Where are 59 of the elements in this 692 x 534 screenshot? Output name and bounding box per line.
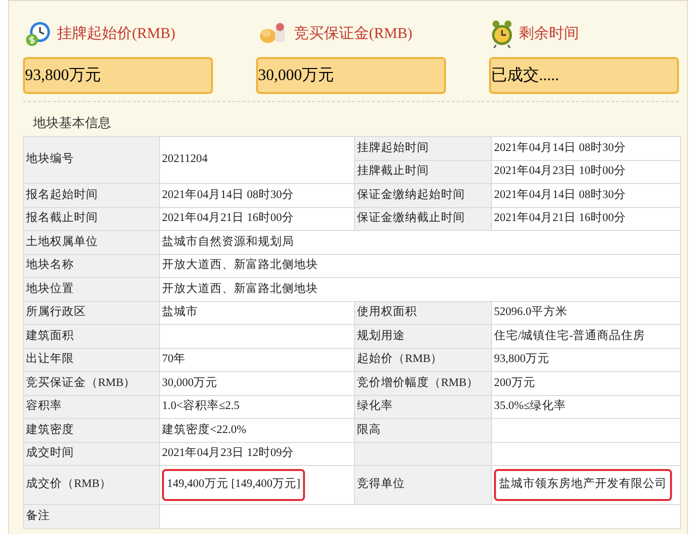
value-text: 住宅/城镇住宅-普通商品住房 bbox=[494, 328, 646, 344]
label-text: 出让年限 bbox=[26, 353, 74, 366]
stat-value-box: 30,000万元 bbox=[256, 57, 446, 94]
value-text: 20211204 bbox=[162, 153, 208, 166]
stat-label: 挂牌起始价(RMB) bbox=[57, 24, 176, 44]
label-text: 成交价（RMB） bbox=[26, 478, 112, 490]
value-text: 开放大道西、新富路北侧地块 bbox=[162, 257, 318, 274]
clock-coin-icon bbox=[25, 21, 51, 47]
label-text: 保证金缴纳截止时间 bbox=[357, 212, 465, 224]
label-text: 挂牌起始时间 bbox=[357, 142, 429, 154]
label-text: 限高 bbox=[357, 424, 381, 436]
label-text: 绿化率 bbox=[357, 400, 393, 412]
value-text: 2021年04月14日 08时30分 bbox=[494, 142, 626, 154]
section-title: 地块基本信息 bbox=[33, 114, 112, 132]
value-text: 93,800万元 bbox=[494, 352, 550, 368]
label-text: 地块位置 bbox=[26, 282, 74, 295]
label-text: 建筑密度 bbox=[26, 424, 74, 436]
label-text: 报名起始时间 bbox=[26, 188, 98, 201]
value-text: 2021年04月21日 16时00分 bbox=[162, 210, 294, 226]
value-text: 52096.0平方米 bbox=[494, 304, 568, 320]
value-text: 2021年04月23日 10时00分 bbox=[494, 165, 626, 178]
label-text: 挂牌截止时间 bbox=[357, 165, 429, 178]
label-text: 规划用途 bbox=[357, 330, 405, 342]
stat-label: 竞买保证金(RMB) bbox=[294, 24, 412, 44]
value-text: 35.0%≤绿化率 bbox=[494, 398, 566, 414]
value-text: 2021年04月14日 08时30分 bbox=[162, 188, 294, 203]
label-text: 土地权属单位 bbox=[26, 236, 98, 248]
value-text: 2021年04月21日 16时00分 bbox=[494, 210, 626, 226]
label-text: 报名截止时间 bbox=[26, 212, 98, 224]
label-text: 地块名称 bbox=[26, 259, 74, 272]
label-text: 竞得单位 bbox=[357, 478, 405, 490]
alarm-clock-icon bbox=[491, 20, 513, 48]
label-text: 地块编号 bbox=[26, 153, 74, 166]
value-text: 盐城市自然资源和规划局 bbox=[162, 234, 294, 250]
label-text: 成交时间 bbox=[26, 447, 74, 460]
value-text: 1.0<容积率≤2.5 bbox=[162, 398, 240, 414]
label-text: 所属行政区 bbox=[26, 306, 86, 318]
value-text: 盐城市领东房地产开发有限公司 bbox=[494, 469, 672, 501]
value-text: 盐城市 bbox=[162, 304, 198, 320]
label-text: 容积率 bbox=[26, 400, 62, 412]
label-text: 保证金缴纳起始时间 bbox=[357, 188, 465, 201]
label-text: 使用权面积 bbox=[357, 306, 417, 318]
coins-icon bbox=[258, 22, 288, 46]
value-text: 70年 bbox=[162, 352, 186, 368]
value-text: 30,000万元 bbox=[162, 376, 218, 391]
label-text: 竞买保证金（RMB） bbox=[26, 376, 136, 389]
value-text: 开放大道西、新富路北侧地块 bbox=[162, 281, 318, 297]
stat-label: 剩余时间 bbox=[519, 24, 579, 44]
value-text: 2021年04月23日 12时09分 bbox=[162, 446, 294, 462]
label-text: 建筑面积 bbox=[26, 330, 74, 342]
value-text: 200万元 bbox=[494, 376, 536, 391]
value-text: 2021年04月14日 08时30分 bbox=[494, 188, 626, 203]
value-text: 建筑密度<22.0% bbox=[162, 422, 246, 438]
stat-value-box: 93,800万元 bbox=[23, 57, 213, 94]
value-text: 149,400万元 [149,400万元] bbox=[162, 469, 306, 501]
label-text: 竞价增价幅度（RMB） bbox=[357, 376, 479, 389]
label-text: 起始价（RMB） bbox=[357, 353, 443, 366]
label-text: 备注 bbox=[26, 510, 50, 522]
stat-value-box: 已成交..... bbox=[489, 57, 679, 94]
